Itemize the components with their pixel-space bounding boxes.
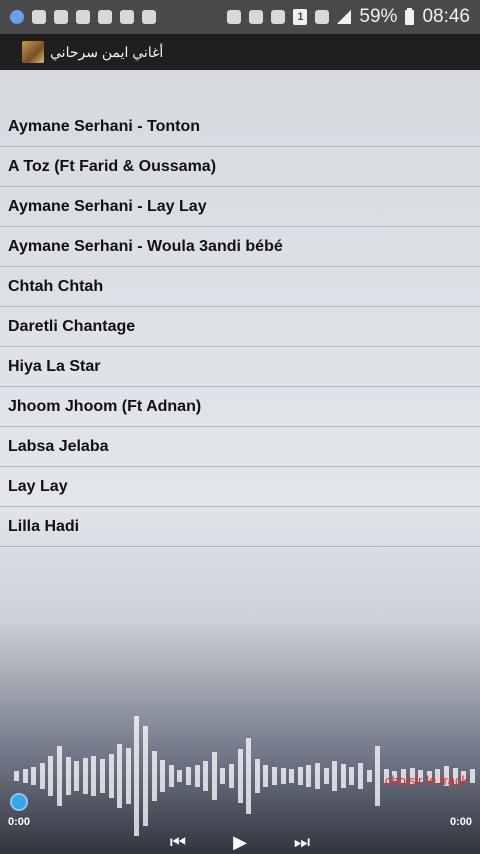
waveform-bar <box>160 760 166 792</box>
waveform-bar <box>108 754 114 798</box>
waveform-bar <box>74 761 80 791</box>
elapsed-time: 0:00 <box>8 816 31 828</box>
wifi-icon <box>271 10 286 24</box>
waveform-bar <box>280 768 286 784</box>
waveform-bar <box>168 765 174 787</box>
waveform-bar <box>22 769 28 783</box>
waveform-bar <box>323 768 329 784</box>
waveform-bar <box>134 716 140 836</box>
notification-download-icon <box>120 10 134 24</box>
sim-indicator: 1 <box>293 9 308 25</box>
alarm-icon <box>249 10 264 24</box>
waveform-bar <box>186 767 191 785</box>
status-bar: 1 59% 08:46 <box>0 0 480 34</box>
waveform-bar <box>39 763 45 789</box>
battery-percent: 59% <box>359 6 398 27</box>
choose-track-label: choisir le track <box>384 773 468 788</box>
previous-track-icon[interactable]: ⏮ <box>166 832 190 853</box>
waveform-bar <box>117 744 123 808</box>
next-track-icon[interactable]: ⏭ <box>290 832 314 853</box>
track-row[interactable]: Labsa Jelaba <box>0 427 480 467</box>
waveform-bar <box>349 767 355 785</box>
notification-settings-icon <box>142 10 156 24</box>
play-icon[interactable]: ▶ <box>228 832 252 853</box>
notification-image-icon <box>98 10 112 24</box>
playback-controls: ⏮ ▶ ⏭ <box>0 832 480 853</box>
track-row[interactable]: Jhoom Jhoom (Ft Adnan) <box>0 387 480 427</box>
waveform-bar <box>254 759 260 793</box>
waveform-bar <box>366 770 372 782</box>
waveform-bar <box>315 763 320 789</box>
waveform-bar <box>340 764 346 788</box>
track-row[interactable]: Lilla Hadi <box>0 507 480 547</box>
main-content: Aymane Serhani - Tonton A Toz (Ft Farid … <box>0 70 480 854</box>
waveform-bar <box>306 765 312 787</box>
waveform-bar <box>31 767 37 785</box>
waveform-bar <box>237 749 243 803</box>
total-time: 0:00 <box>449 816 472 828</box>
track-row[interactable]: Aymane Serhani - Lay Lay <box>0 187 480 227</box>
track-row[interactable]: Aymane Serhani - Woula 3andi bébé <box>0 227 480 267</box>
vibrate-mute-icon <box>227 10 242 24</box>
track-row[interactable]: Chtah Chtah <box>0 267 480 307</box>
app-logo-icon <box>22 41 44 63</box>
waveform-bar <box>289 769 295 783</box>
waveform-bar <box>91 756 97 796</box>
waveform-bar <box>194 765 200 787</box>
track-row[interactable]: A Toz (Ft Farid & Oussama) <box>0 147 480 187</box>
track-list: Aymane Serhani - Tonton A Toz (Ft Farid … <box>0 107 480 547</box>
track-row[interactable]: Hiya La Star <box>0 347 480 387</box>
waveform-bar <box>48 756 54 796</box>
track-row[interactable]: Aymane Serhani - Tonton <box>0 107 480 147</box>
notification-app-icon <box>10 10 24 24</box>
waveform-bar <box>82 758 88 794</box>
app-bar: أغاني ايمن سرحاني <box>0 34 480 70</box>
waveform-bar <box>297 767 303 785</box>
notification-storage-icon <box>76 10 90 24</box>
waveform-bar <box>272 767 277 785</box>
notification-icons <box>0 10 156 24</box>
waveform-bar <box>177 770 183 782</box>
waveform-bar <box>203 761 209 791</box>
waveform-bar <box>246 738 252 814</box>
waveform-bar <box>211 752 217 800</box>
track-row[interactable]: Daretli Chantage <box>0 307 480 347</box>
seek-thumb[interactable] <box>10 793 28 811</box>
battery-icon <box>405 7 415 25</box>
waveform-bar <box>151 751 157 801</box>
waveform-bar <box>125 748 131 804</box>
waveform-bar <box>358 763 363 789</box>
notification-briefcase-icon <box>32 10 46 24</box>
waveform-bar <box>263 765 269 787</box>
waveform-bar <box>229 764 234 788</box>
waveform-bar <box>220 768 226 784</box>
waveform-bar <box>332 761 338 791</box>
clock: 08:46 <box>422 6 470 27</box>
notification-send-icon <box>54 10 68 24</box>
waveform-bar <box>100 759 105 793</box>
waveform-bar <box>65 757 71 795</box>
waveform-bar <box>143 726 148 826</box>
cell-signal-icon <box>337 10 352 24</box>
data-signal-icon <box>315 10 330 24</box>
track-row[interactable]: Lay Lay <box>0 467 480 507</box>
waveform-bar <box>14 771 19 781</box>
waveform-bar <box>469 769 475 783</box>
system-icons: 1 59% 08:46 <box>227 6 480 28</box>
app-title: أغاني ايمن سرحاني <box>50 43 164 60</box>
waveform-bar <box>375 746 381 806</box>
waveform-bar <box>57 746 62 806</box>
